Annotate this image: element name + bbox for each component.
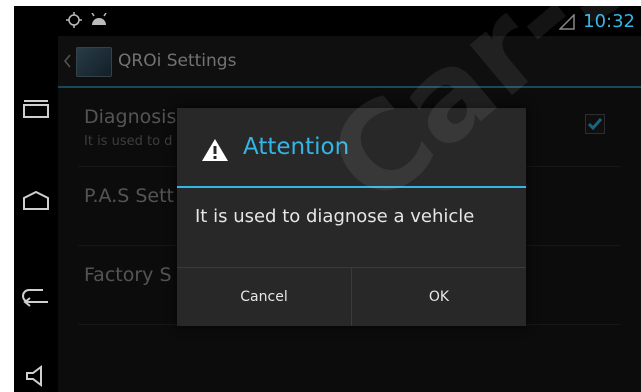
attention-dialog: Attention It is used to diagnose a vehic… <box>177 108 526 326</box>
dialog-actions: Cancel OK <box>177 267 526 326</box>
home-button[interactable] <box>14 178 58 222</box>
device-screen: 10:32 QROi Settings Diagnosis It is used… <box>14 6 641 392</box>
android-icon <box>91 13 107 25</box>
recent-apps-button[interactable] <box>14 86 58 130</box>
dialog-title: Attention <box>243 134 350 160</box>
status-bar: 10:32 <box>58 6 641 36</box>
dialog-message: It is used to diagnose a vehicle <box>195 206 475 227</box>
dialog-header: Attention <box>177 108 526 188</box>
back-icon <box>22 289 48 307</box>
back-button[interactable] <box>14 274 58 318</box>
navigation-rail <box>14 6 58 392</box>
gps-icon <box>66 12 82 28</box>
volume-icon <box>26 365 42 387</box>
volume-button[interactable] <box>14 354 58 392</box>
signal-icon <box>559 13 575 30</box>
cancel-button[interactable]: Cancel <box>177 268 351 326</box>
clock: 10:32 <box>583 11 635 32</box>
home-icon <box>23 190 49 210</box>
ok-button[interactable]: OK <box>352 268 526 326</box>
recent-apps-icon <box>23 100 49 118</box>
warning-icon <box>201 138 229 166</box>
